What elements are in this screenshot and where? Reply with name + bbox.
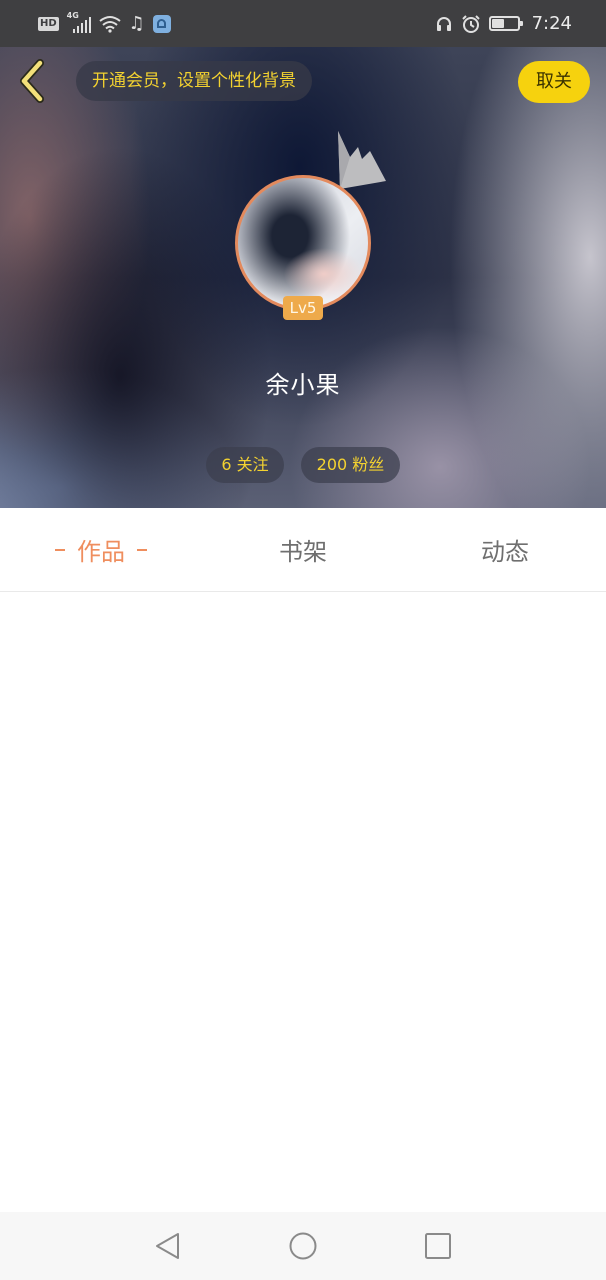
following-count-button[interactable]: 6 关注 bbox=[206, 447, 284, 483]
tab-label: 作品 bbox=[77, 538, 125, 566]
unfollow-button[interactable]: 取关 bbox=[518, 61, 590, 103]
level-badge: Lv5 bbox=[283, 296, 323, 320]
system-navigation-bar bbox=[0, 1212, 606, 1280]
fans-count-button[interactable]: 200 粉丝 bbox=[301, 447, 400, 483]
battery-icon bbox=[488, 16, 523, 31]
tab-activity[interactable]: 动态 bbox=[404, 508, 606, 591]
app-notification-icon bbox=[152, 14, 171, 33]
clock: 7:24 bbox=[531, 13, 572, 34]
tab-works[interactable]: 作品 bbox=[0, 508, 202, 591]
status-bar: HD 4G ♫ 7:24 bbox=[0, 0, 606, 47]
tab-active-dash-left bbox=[55, 548, 65, 551]
music-note-icon: ♫ bbox=[128, 12, 145, 34]
battery-level-fill bbox=[491, 19, 504, 28]
nav-back-icon[interactable] bbox=[153, 1231, 183, 1261]
tab-label: 书架 bbox=[279, 538, 327, 566]
username: 余小果 bbox=[265, 371, 341, 399]
profile-header: 开通会员，设置个性化背景 取关 Lv5 余小果 6 关注 200 粉丝 bbox=[0, 47, 606, 508]
profile-screen: HD 4G ♫ 7:24 开通会员，设置个性化背景 取关 Lv5 余小果 6 关… bbox=[0, 0, 606, 1280]
status-right: 7:24 bbox=[435, 13, 572, 34]
avatar[interactable] bbox=[235, 175, 371, 311]
hd-icon: HD bbox=[38, 16, 59, 31]
headphones-icon bbox=[436, 16, 451, 31]
tab-bookshelf[interactable]: 书架 bbox=[202, 508, 404, 591]
chevron-left-icon bbox=[20, 59, 44, 103]
profile-tabs: 作品 书架 动态 bbox=[0, 508, 606, 592]
status-left: HD 4G ♫ bbox=[38, 11, 171, 34]
alarm-icon bbox=[461, 14, 480, 33]
wifi-icon bbox=[99, 15, 121, 33]
vip-background-banner[interactable]: 开通会员，设置个性化背景 bbox=[76, 61, 312, 101]
back-button[interactable] bbox=[16, 59, 48, 103]
nav-home-icon[interactable] bbox=[288, 1231, 318, 1261]
tab-label: 动态 bbox=[481, 538, 529, 566]
nav-recent-icon[interactable] bbox=[423, 1231, 453, 1261]
tab-content-area bbox=[0, 592, 606, 1212]
tab-active-dash-right bbox=[137, 548, 147, 551]
signal-icon: 4G bbox=[67, 11, 91, 33]
